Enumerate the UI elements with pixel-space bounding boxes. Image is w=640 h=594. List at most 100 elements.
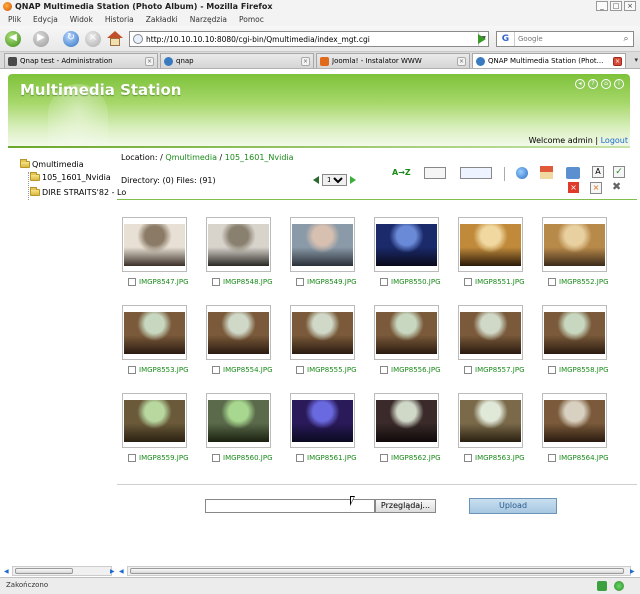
photo-image[interactable] xyxy=(208,400,269,442)
scroll-left-icon[interactable]: ◀ xyxy=(119,568,124,575)
sort-az-icon[interactable]: A→Z xyxy=(392,168,411,180)
menu-file[interactable]: Plik xyxy=(8,15,21,24)
tree-item-dire-straits[interactable]: DIRE STRAITS'82 - Lo xyxy=(30,187,126,197)
photo-checkbox[interactable] xyxy=(212,454,220,462)
thumbnail-frame[interactable] xyxy=(458,393,523,448)
photo-filename[interactable]: IMGP8563.JPG xyxy=(475,454,525,462)
photo-filename[interactable]: IMGP8558.JPG xyxy=(559,366,609,374)
tab-joomla[interactable]: Joomla! - Instalator WWW × xyxy=(316,53,470,68)
back-circle-icon[interactable]: ◂ xyxy=(575,79,585,89)
page-select[interactable]: 1 xyxy=(322,174,347,186)
photo-thumbnail[interactable]: IMGP8556.JPG xyxy=(374,305,441,374)
menu-history[interactable]: Historia xyxy=(105,15,134,24)
photo-checkbox[interactable] xyxy=(548,366,556,374)
photo-image[interactable] xyxy=(208,224,269,266)
photo-image[interactable] xyxy=(208,312,269,354)
photo-thumbnail[interactable]: IMGP8560.JPG xyxy=(206,393,273,462)
address-bar[interactable]: ▼ xyxy=(129,31,489,47)
photo-image[interactable] xyxy=(124,400,185,442)
scroll-right-icon[interactable]: ▶ xyxy=(630,568,635,575)
tree-root[interactable]: Qmultimedia xyxy=(20,159,84,169)
globe-icon[interactable] xyxy=(516,167,528,179)
photo-filename[interactable]: IMGP8547.JPG xyxy=(139,278,189,286)
prev-page-icon[interactable] xyxy=(313,176,319,184)
home-button[interactable] xyxy=(107,31,123,46)
thumbnail-frame[interactable] xyxy=(290,305,355,360)
photo-image[interactable] xyxy=(544,312,605,354)
browse-button[interactable]: Przeglądaj... xyxy=(375,499,436,513)
photo-thumbnail[interactable]: IMGP8562.JPG xyxy=(374,393,441,462)
photo-filename[interactable]: IMGP8561.JPG xyxy=(307,454,357,462)
photo-thumbnail[interactable]: IMGP8550.JPG xyxy=(374,217,441,286)
menu-bookmarks[interactable]: Zakładki xyxy=(146,15,178,24)
thumbnail-frame[interactable] xyxy=(122,393,187,448)
photo-checkbox[interactable] xyxy=(296,366,304,374)
home-circle-icon[interactable]: ⌂ xyxy=(601,79,611,89)
thumbnail-frame[interactable] xyxy=(374,217,439,272)
thumbnail-frame[interactable] xyxy=(122,305,187,360)
breadcrumb-nvidia[interactable]: 105_1601_Nvidia xyxy=(225,153,294,162)
photo-filename[interactable]: IMGP8550.JPG xyxy=(391,278,441,286)
photo-image[interactable] xyxy=(544,400,605,442)
rename-icon[interactable]: A xyxy=(592,166,604,178)
breadcrumb-qmultimedia[interactable]: Qmultimedia xyxy=(165,153,217,162)
scroll-right-icon[interactable]: ▶ xyxy=(110,568,115,575)
photo-checkbox[interactable] xyxy=(296,454,304,462)
tree-scrollbar[interactable] xyxy=(12,566,112,576)
photo-thumbnail[interactable]: IMGP8557.JPG xyxy=(458,305,525,374)
search-input[interactable] xyxy=(515,35,619,43)
photo-checkbox[interactable] xyxy=(296,278,304,286)
thumbnail-frame[interactable] xyxy=(206,393,271,448)
forward-button[interactable]: ▶ xyxy=(33,31,49,47)
thumbnail-frame[interactable] xyxy=(542,305,607,360)
photo-filename[interactable]: IMGP8560.JPG xyxy=(223,454,273,462)
photo-checkbox[interactable] xyxy=(212,366,220,374)
close-tab-icon[interactable]: × xyxy=(301,56,310,66)
menu-view[interactable]: Widok xyxy=(70,15,93,24)
photo-image[interactable] xyxy=(544,224,605,266)
photo-filename[interactable]: IMGP8556.JPG xyxy=(391,366,441,374)
photo-filename[interactable]: IMGP8551.JPG xyxy=(475,278,525,286)
photo-filename[interactable]: IMGP8548.JPG xyxy=(223,278,273,286)
thumbnail-frame[interactable] xyxy=(290,393,355,448)
photo-checkbox[interactable] xyxy=(548,278,556,286)
photo-filename[interactable]: IMGP8555.JPG xyxy=(307,366,357,374)
google-engine-icon[interactable]: G xyxy=(497,32,515,46)
network-icon[interactable] xyxy=(566,167,580,179)
delete-icon[interactable]: × xyxy=(568,182,579,193)
menu-help[interactable]: Pomoc xyxy=(239,15,264,24)
photo-image[interactable] xyxy=(292,400,353,442)
menu-edit[interactable]: Edycja xyxy=(33,15,58,24)
photo-filename[interactable]: IMGP8557.JPG xyxy=(475,366,525,374)
photo-checkbox[interactable] xyxy=(380,454,388,462)
close-tab-icon[interactable]: × xyxy=(613,56,622,66)
photo-image[interactable] xyxy=(376,224,437,266)
thumbnail-frame[interactable] xyxy=(374,305,439,360)
photo-filename[interactable]: IMGP8562.JPG xyxy=(391,454,441,462)
photo-thumbnail[interactable]: IMGP8554.JPG xyxy=(206,305,273,374)
photo-filename[interactable]: IMGP8552.JPG xyxy=(559,278,609,286)
thumbnail-frame[interactable] xyxy=(542,217,607,272)
photo-checkbox[interactable] xyxy=(464,278,472,286)
home-icon[interactable] xyxy=(540,166,553,179)
stop-button[interactable]: × xyxy=(85,31,101,47)
logout-link[interactable]: Logout xyxy=(601,136,628,145)
tab-list-icon[interactable]: ▾ xyxy=(634,56,638,64)
scroll-left-icon[interactable]: ◀ xyxy=(4,568,9,575)
photo-filename[interactable]: IMGP8564.JPG xyxy=(559,454,609,462)
maximize-button[interactable]: □ xyxy=(610,1,622,11)
search-icon[interactable]: ⌕ xyxy=(619,32,633,46)
thumbnail-frame[interactable] xyxy=(122,217,187,272)
photo-filename[interactable]: IMGP8554.JPG xyxy=(223,366,273,374)
photo-thumbnail[interactable]: IMGP8559.JPG xyxy=(122,393,189,462)
tree-item-nvidia[interactable]: 105_1601_Nvidia xyxy=(30,172,111,182)
scrollbar-thumb[interactable] xyxy=(130,568,624,574)
photo-image[interactable] xyxy=(124,224,185,266)
thumbnail-frame[interactable] xyxy=(290,217,355,272)
info-circle-icon[interactable]: i xyxy=(614,79,624,89)
close-tab-icon[interactable]: × xyxy=(145,56,154,66)
photo-checkbox[interactable] xyxy=(380,366,388,374)
thumbnail-frame[interactable] xyxy=(206,217,271,272)
delete-selected-icon[interactable]: × xyxy=(590,182,602,194)
tab-multimedia-station[interactable]: QNAP Multimedia Station (Phot... × xyxy=(472,53,626,68)
